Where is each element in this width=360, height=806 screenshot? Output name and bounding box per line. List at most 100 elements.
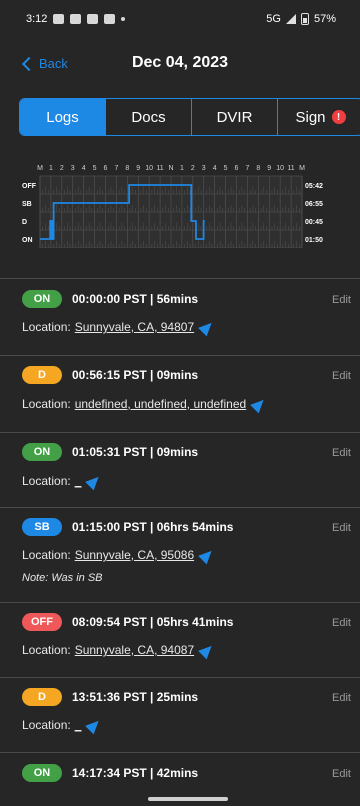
edit-button[interactable]: Edit [332, 447, 360, 459]
log-entry: ON 00:00:00 PST | 56mins Edit Location: … [0, 290, 360, 346]
navigation-arrow-icon[interactable] [85, 472, 104, 490]
status-badge: SB [22, 518, 62, 536]
entry-header: ON 00:00:00 PST | 56mins [22, 290, 198, 308]
chart-row-label: D [22, 219, 27, 226]
chart-hour-label: 11 [156, 165, 163, 172]
tab-logs[interactable]: Logs [20, 99, 106, 135]
log-entry: D 00:56:15 PST | 09mins Edit Location: u… [0, 366, 360, 422]
location-label: Location: [22, 718, 71, 732]
chart-hour-label: 5 [224, 165, 228, 172]
chart-hour-label: 8 [125, 165, 129, 172]
edit-button[interactable]: Edit [332, 692, 360, 704]
entry-header: ON 14:17:34 PST | 42mins [22, 764, 198, 782]
divider [0, 677, 360, 678]
chart-hour-label: 7 [245, 165, 249, 172]
tab-sign-label: Sign [295, 108, 326, 126]
entry-location: Location: undefined, undefined, undefine… [22, 395, 269, 413]
edit-button[interactable]: Edit [332, 294, 360, 306]
log-entry: SB 01:15:00 PST | 06hrs 54mins Edit Loca… [0, 518, 360, 594]
tab-docs[interactable]: Docs [106, 99, 192, 135]
tab-logs-label: Logs [46, 108, 79, 126]
entry-time: 01:05:31 PST | 09mins [72, 445, 199, 459]
chart-hour-label: 3 [71, 165, 75, 172]
linkedin-icon [70, 14, 82, 24]
log-entry: D 13:51:36 PST | 25mins Edit Location: _ [0, 688, 360, 744]
navigation-arrow-icon[interactable] [198, 318, 216, 336]
chart-hour-label: 7 [114, 165, 118, 172]
entry-header: ON 01:05:31 PST | 09mins [22, 443, 198, 461]
tab-docs-label: Docs [131, 108, 166, 126]
location-link[interactable]: _ [75, 718, 82, 732]
battery-percent: 57% [313, 13, 336, 25]
navigation-arrow-icon[interactable] [250, 395, 269, 413]
edit-button[interactable]: Edit [332, 617, 360, 629]
location-link[interactable]: Sunnyvale, CA, 94807 [75, 320, 194, 334]
divider [0, 752, 360, 753]
entry-note: Note: Was in SB [22, 572, 103, 584]
entry-header: SB 01:15:00 PST | 06hrs 54mins [22, 518, 233, 536]
alert-icon: ! [331, 110, 346, 124]
navigation-arrow-icon[interactable] [198, 546, 216, 564]
tab-dvir-label: DVIR [216, 108, 253, 126]
location-label: Location: [22, 474, 71, 488]
log-entry: ON 14:17:34 PST | 42mins Edit [0, 764, 360, 792]
tab-sign[interactable]: Sign ! [278, 99, 360, 135]
navigation-arrow-icon[interactable] [85, 716, 104, 734]
status-badge: ON [22, 443, 62, 461]
chart-hour-label: 11 [287, 165, 294, 172]
entry-location: Location: Sunnyvale, CA, 95086 [22, 546, 216, 564]
location-label: Location: [22, 548, 71, 562]
home-indicator[interactable] [148, 797, 228, 801]
entry-location: Location: Sunnyvale, CA, 94087 [22, 641, 216, 659]
edit-button[interactable]: Edit [332, 522, 360, 534]
more-notifications-icon [121, 17, 126, 21]
chart-hour-label: 1 [180, 165, 184, 172]
location-link[interactable]: Sunnyvale, CA, 94087 [75, 643, 194, 657]
status-bar: 3:12 5G 57% [0, 0, 360, 38]
chart-row-label: OFF [22, 183, 37, 190]
chart-hour-label: 6 [235, 165, 239, 172]
nav-header: Back Dec 04, 2023 [0, 46, 360, 82]
chart-hour-label: 8 [256, 165, 260, 172]
battery-icon [300, 13, 309, 25]
chart-hour-label: 5 [93, 165, 97, 172]
chart-row-label: ON [22, 237, 33, 244]
duty-status-chart: M 1 2 3 4 5 6 7 8 9 10 11 N 1 2 3 4 5 6 7 8 9 10 11 M OFF 05:42 SB 0… [0, 156, 360, 248]
entry-location: Location: Sunnyvale, CA, 94807 [22, 318, 216, 336]
location-link[interactable]: undefined, undefined, undefined [75, 397, 247, 411]
entry-location: Location: _ [22, 716, 104, 734]
location-link[interactable]: Sunnyvale, CA, 95086 [75, 548, 194, 562]
edit-button[interactable]: Edit [332, 768, 360, 780]
entry-time: 08:09:54 PST | 05hrs 41mins [72, 615, 234, 629]
chart-hour-label: 4 [213, 165, 217, 172]
status-left: 3:12 [26, 13, 126, 25]
log-entry: OFF 08:09:54 PST | 05hrs 41mins Edit Loc… [0, 613, 360, 669]
entry-time: 01:15:00 PST | 06hrs 54mins [72, 520, 234, 534]
entry-header: OFF 08:09:54 PST | 05hrs 41mins [22, 613, 233, 631]
navigation-arrow-icon[interactable] [198, 641, 216, 659]
status-badge: OFF [22, 613, 62, 631]
link-icon [104, 14, 116, 24]
tab-dvir[interactable]: DVIR [192, 99, 278, 135]
entry-time: 00:00:00 PST | 56mins [72, 292, 199, 306]
chart-hour-label: 2 [60, 165, 64, 172]
entry-location: Location: _ [22, 472, 104, 490]
location-label: Location: [22, 397, 71, 411]
chart-hour-label: 3 [202, 165, 206, 172]
divider [0, 355, 360, 356]
entry-time: 14:17:34 PST | 42mins [72, 766, 199, 780]
status-badge: ON [22, 764, 62, 782]
location-link[interactable]: _ [75, 474, 82, 488]
entry-time: 13:51:36 PST | 25mins [72, 690, 199, 704]
chart-row-total: 00:45 [305, 219, 323, 226]
location-label: Location: [22, 320, 71, 334]
entry-header: D 13:51:36 PST | 25mins [22, 688, 198, 706]
duty-chart-svg: M 1 2 3 4 5 6 7 8 9 10 11 N 1 2 3 4 5 6 7 8 9 10 11 MOFF 05:42SB 0… [22, 165, 323, 248]
chart-hour-label: M [37, 165, 43, 172]
entry-header: D 00:56:15 PST | 09mins [22, 366, 198, 384]
chart-hour-label: 9 [136, 165, 140, 172]
chart-hour-label: 10 [145, 165, 153, 172]
edit-button[interactable]: Edit [332, 370, 360, 382]
status-badge: D [22, 366, 62, 384]
notification-icon [53, 14, 65, 24]
